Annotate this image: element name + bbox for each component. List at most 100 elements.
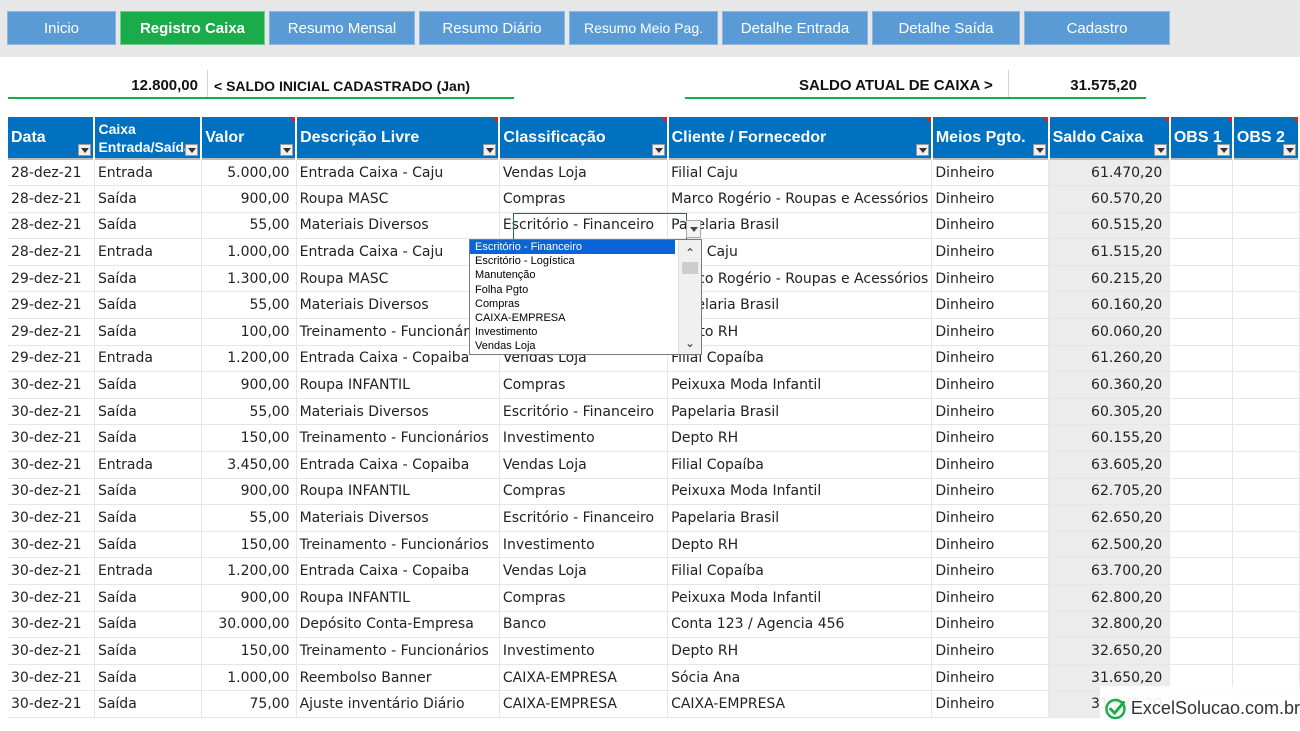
cell-obs2[interactable]	[1232, 371, 1300, 399]
cell-saldo[interactable]: 63.605,20	[1048, 451, 1171, 479]
cell-obs1[interactable]	[1169, 212, 1234, 240]
cell-meios[interactable]: Dinheiro	[931, 185, 1050, 213]
cell-obs2[interactable]	[1232, 238, 1300, 266]
cell-saldo[interactable]: 32.800,20	[1048, 611, 1171, 639]
cell-meios[interactable]: Dinheiro	[931, 212, 1050, 240]
cell-meios[interactable]: Dinheiro	[931, 345, 1050, 373]
cell-valor[interactable]: 900,00	[201, 584, 297, 612]
cell-classificacao[interactable]: Investimento	[499, 637, 669, 665]
cell-valor[interactable]: 1.000,00	[201, 238, 297, 266]
cell-cliente[interactable]: Marco Rogério - Roupas e Acessórios	[667, 265, 933, 293]
cell-obs2[interactable]	[1232, 478, 1300, 506]
cell-caixa[interactable]: Entrada	[94, 238, 202, 266]
cell-classificacao[interactable]: Compras	[499, 584, 669, 612]
cell-meios[interactable]: Dinheiro	[931, 238, 1050, 266]
cell-cliente[interactable]: CAIXA-EMPRESA	[667, 690, 933, 718]
cell-data[interactable]: 28-dez-21	[8, 238, 95, 266]
cell-meios[interactable]: Dinheiro	[931, 424, 1050, 453]
cell-obs2[interactable]	[1232, 345, 1300, 373]
cell-descricao[interactable]: Treinamento - Funcionários	[296, 531, 500, 559]
cell-valor[interactable]: 1.300,00	[201, 265, 297, 293]
cell-classificacao[interactable]: Investimento	[499, 424, 669, 453]
filter-dropdown-icon[interactable]	[1032, 144, 1046, 156]
nav-detalhe-saida-button[interactable]: Detalhe Saída	[872, 11, 1020, 45]
cell-valor[interactable]: 150,00	[201, 637, 297, 665]
validation-dropdown-button[interactable]	[686, 220, 701, 238]
cell-cliente[interactable]: Filial Copaíba	[667, 451, 933, 479]
cell-meios[interactable]: Dinheiro	[931, 611, 1050, 639]
cell-data[interactable]: 29-dez-21	[8, 345, 95, 373]
cell-data[interactable]: 28-dez-21	[8, 185, 95, 213]
cell-caixa[interactable]: Saída	[94, 690, 202, 718]
cell-saldo[interactable]: 62.800,20	[1048, 584, 1171, 612]
cell-meios[interactable]: Dinheiro	[931, 318, 1050, 346]
filter-dropdown-icon[interactable]	[1283, 144, 1296, 156]
cell-obs1[interactable]	[1169, 371, 1234, 399]
cell-cliente[interactable]: Depto RH	[667, 531, 933, 559]
dropdown-option[interactable]: Folha Pgto	[470, 283, 675, 297]
cell-caixa[interactable]: Saída	[94, 664, 202, 692]
cell-classificacao[interactable]: Vendas Loja	[499, 451, 669, 479]
cell-data[interactable]: 30-dez-21	[8, 637, 95, 665]
cell-cliente[interactable]: Filial Copaíba	[667, 557, 933, 585]
cell-meios[interactable]: Dinheiro	[931, 557, 1050, 585]
cell-descricao[interactable]: Roupa INFANTIL	[296, 371, 500, 399]
cell-cliente[interactable]: Depto RH	[667, 318, 933, 346]
cell-cliente[interactable]: Papelaria Brasil	[667, 291, 933, 320]
cell-meios[interactable]: Dinheiro	[931, 451, 1050, 479]
cell-obs1[interactable]	[1169, 557, 1234, 585]
col-header-descricao[interactable]: Descrição Livre	[296, 117, 501, 159]
cell-data[interactable]: 28-dez-21	[8, 158, 95, 187]
cell-data[interactable]: 30-dez-21	[8, 664, 95, 692]
col-header-obs2[interactable]: OBS 2	[1232, 117, 1300, 159]
cell-classificacao[interactable]: Compras	[499, 185, 669, 213]
cell-obs2[interactable]	[1232, 424, 1300, 453]
cell-caixa[interactable]: Saída	[94, 371, 202, 399]
cell-saldo[interactable]: 60.515,20	[1048, 212, 1171, 240]
cell-valor[interactable]: 900,00	[201, 371, 297, 399]
cell-caixa[interactable]: Saída	[94, 424, 202, 453]
cell-caixa[interactable]: Saída	[94, 478, 202, 506]
nav-resumo-diario-button[interactable]: Resumo Diário	[419, 11, 565, 45]
filter-dropdown-icon[interactable]	[185, 144, 199, 156]
cell-saldo[interactable]: 62.650,20	[1048, 504, 1171, 532]
cell-valor[interactable]: 55,00	[201, 398, 297, 426]
nav-registro-caixa-button[interactable]: Registro Caixa	[120, 11, 265, 45]
cell-saldo[interactable]: 61.470,20	[1048, 158, 1171, 187]
cell-obs1[interactable]	[1169, 504, 1234, 532]
cell-classificacao[interactable]: Compras	[499, 478, 669, 506]
cell-data[interactable]: 30-dez-21	[8, 398, 95, 426]
cell-meios[interactable]: Dinheiro	[931, 265, 1050, 293]
cell-valor[interactable]: 1.000,00	[201, 664, 297, 692]
cell-meios[interactable]: Dinheiro	[931, 398, 1050, 426]
cell-cliente[interactable]: Peixuxa Moda Infantil	[667, 371, 933, 399]
dropdown-scrollbar[interactable]: ⌃ ⌄	[678, 240, 701, 354]
cell-cliente[interactable]: Filial Caju	[667, 238, 933, 266]
cell-caixa[interactable]: Saída	[94, 291, 202, 320]
cell-cliente[interactable]: Papelaria Brasil	[667, 212, 933, 240]
scroll-thumb[interactable]	[682, 262, 698, 274]
cell-caixa[interactable]: Entrada	[94, 557, 202, 585]
cell-classificacao[interactable]: Investimento	[499, 531, 669, 559]
cell-cliente[interactable]: Conta 123 / Agencia 456	[667, 611, 933, 639]
cell-cliente[interactable]: Marco Rogério - Roupas e Acessórios	[667, 185, 933, 213]
cell-cliente[interactable]: Depto RH	[667, 637, 933, 665]
cell-descricao[interactable]: Treinamento - Funcionários	[296, 424, 500, 453]
cell-data[interactable]: 30-dez-21	[8, 371, 95, 399]
cell-descricao[interactable]: Depósito Conta-Empresa	[296, 611, 500, 639]
cell-data[interactable]: 30-dez-21	[8, 504, 95, 532]
cell-obs2[interactable]	[1232, 611, 1300, 639]
nav-resumo-mensal-button[interactable]: Resumo Mensal	[269, 11, 415, 45]
cell-obs1[interactable]	[1169, 478, 1234, 506]
cell-saldo[interactable]: 32.650,20	[1048, 637, 1171, 665]
cell-obs2[interactable]	[1232, 291, 1300, 320]
cell-obs1[interactable]	[1169, 637, 1234, 665]
cell-descricao[interactable]: Treinamento - Funcionários	[296, 637, 500, 665]
cell-obs2[interactable]	[1232, 504, 1300, 532]
cell-obs2[interactable]	[1232, 451, 1300, 479]
cell-data[interactable]: 30-dez-21	[8, 557, 95, 585]
cell-caixa[interactable]: Saída	[94, 265, 202, 293]
cell-descricao[interactable]: Roupa INFANTIL	[296, 584, 500, 612]
chevron-down-icon[interactable]: ⌄	[685, 336, 695, 350]
cell-classificacao[interactable]: Escritório - Financeiro	[499, 398, 669, 426]
